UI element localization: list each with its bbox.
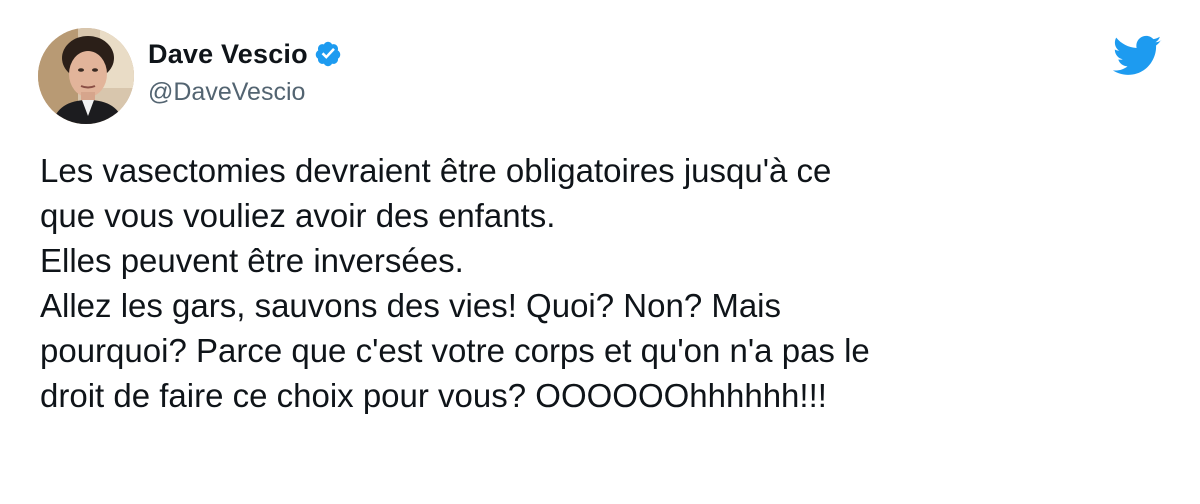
display-name[interactable]: Dave Vescio [148, 38, 308, 70]
tweet-text-line: droit de faire ce choix pour vous? OOOOO… [40, 377, 827, 414]
verified-badge-icon [314, 40, 342, 68]
tweet-card: Dave Vescio @DaveVescio Les vasectomies … [0, 0, 1200, 504]
tweet-text: Les vasectomies devraient être obligatoi… [40, 148, 1170, 418]
twitter-bird-icon[interactable] [1110, 34, 1162, 78]
display-name-row: Dave Vescio [148, 38, 342, 70]
author-handle[interactable]: @DaveVescio [148, 76, 342, 108]
tweet-text-line: Les vasectomies devraient être obligatoi… [40, 152, 832, 189]
avatar-photo [38, 28, 134, 124]
avatar[interactable] [38, 28, 134, 124]
tweet-text-line: que vous vouliez avoir des enfants. [40, 197, 556, 234]
tweet-text-line: pourquoi? Parce que c'est votre corps et… [40, 332, 870, 369]
tweet-header: Dave Vescio @DaveVescio [38, 28, 342, 124]
author-names: Dave Vescio @DaveVescio [148, 38, 342, 108]
tweet-text-line: Allez les gars, sauvons des vies! Quoi? … [40, 287, 782, 324]
tweet-text-line: Elles peuvent être inversées. [40, 242, 464, 279]
